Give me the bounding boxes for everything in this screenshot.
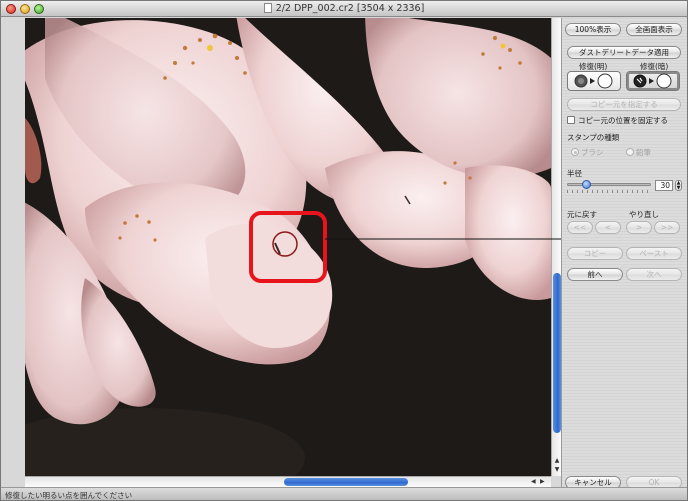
pencil-label: 鉛筆 — [636, 148, 651, 157]
radius-stepper[interactable]: ▲ ▼ — [675, 180, 682, 191]
repair-light-button[interactable] — [626, 71, 680, 91]
scroll-left-icon[interactable]: ◀ — [531, 477, 536, 487]
brush-radio[interactable] — [571, 148, 579, 156]
undo-button[interactable]: < — [595, 221, 621, 234]
vertical-scrollbar[interactable]: ▲ ▼ — [551, 18, 561, 476]
window-title-text: 2/2 DPP_002.cr2 [3504 x 2336] — [275, 3, 425, 14]
radius-value-field[interactable]: 30 — [655, 180, 673, 191]
set-copy-source-button[interactable]: コピー元を指定する — [567, 98, 681, 111]
brush-label: ブラシ — [581, 148, 604, 157]
previous-button[interactable]: 前へ — [567, 268, 623, 281]
tool-panel: 100%表示 全画面表示 ダストデリートデータ適用 修復(明) 修復(暗) コピ… — [561, 18, 687, 489]
dark-spot-to-circle-icon — [574, 73, 613, 89]
zoom-100-button[interactable]: 100%表示 — [565, 23, 621, 36]
redo-label: やり直し — [629, 210, 659, 219]
horizontal-scroll-thumb[interactable] — [284, 478, 408, 486]
fix-copy-source-checkbox[interactable] — [567, 116, 575, 124]
document-icon — [263, 3, 272, 13]
next-button[interactable]: 次へ — [626, 268, 682, 281]
status-text: 修復したい明るい点を囲んでください — [5, 491, 133, 500]
undo-label: 元に戻す — [567, 210, 597, 219]
horizontal-scrollbar[interactable]: ◀ ▶ — [25, 476, 551, 487]
stamp-tool-window: 2/2 DPP_002.cr2 [3504 x 2336] ▲ ▼ ◀ ▶ 10… — [0, 0, 688, 501]
paste-button[interactable]: ペースト — [626, 247, 682, 260]
radius-slider-ticks — [567, 190, 651, 193]
radius-label: 半径 — [567, 169, 582, 178]
stamp-type-label: スタンプの種類 — [567, 133, 620, 142]
screenshot-frame: 2/2 DPP_002.cr2 [3504 x 2336] ▲ ▼ ◀ ▶ 10… — [0, 0, 688, 501]
vertical-scroll-thumb[interactable] — [553, 273, 561, 433]
repair-dark-button[interactable] — [567, 71, 621, 91]
fit-screen-button[interactable]: 全画面表示 — [626, 23, 682, 36]
scroll-right-icon[interactable]: ▶ — [540, 477, 545, 487]
copy-button[interactable]: コピー — [567, 247, 623, 260]
redo-button[interactable]: > — [626, 221, 652, 234]
pencil-radio[interactable] — [626, 148, 634, 156]
undo-all-button[interactable]: << — [567, 221, 593, 234]
light-spot-to-circle-icon — [633, 73, 672, 89]
radius-slider-track[interactable] — [567, 183, 651, 186]
redo-all-button[interactable]: >> — [654, 221, 680, 234]
window-title: 2/2 DPP_002.cr2 [3504 x 2336] — [1, 3, 687, 14]
fix-copy-source-label: コピー元の位置を固定する — [578, 116, 668, 125]
status-bar: 修復したい明るい点を囲んでください — [1, 487, 687, 500]
blossom-photo — [25, 18, 551, 476]
radius-slider-knob[interactable] — [582, 180, 591, 189]
apply-dust-delete-button[interactable]: ダストデリートデータ適用 — [567, 46, 681, 59]
title-bar[interactable]: 2/2 DPP_002.cr2 [3504 x 2336] — [1, 1, 687, 17]
image-viewer[interactable] — [25, 18, 551, 476]
